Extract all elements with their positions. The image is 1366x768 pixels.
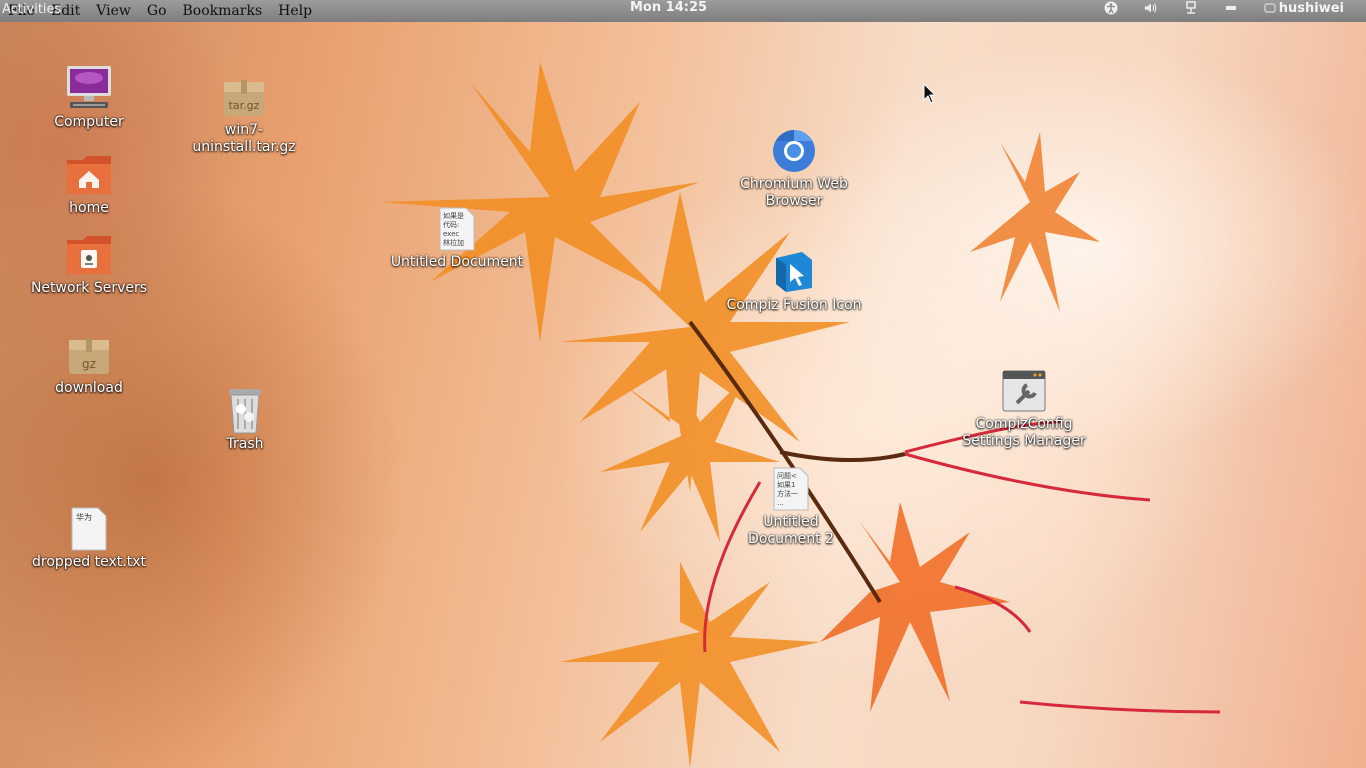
archive-icon: tar.gz — [219, 72, 269, 122]
user-menu[interactable]: hushiwei — [1264, 1, 1344, 16]
chromium-icon — [769, 126, 819, 176]
computer-icon — [64, 64, 114, 114]
user-status-icon — [1264, 3, 1276, 13]
compiz-icon — [769, 247, 819, 297]
desktop-icon-label: Computer — [54, 114, 124, 130]
desktop-icon-win7-uninstall[interactable]: tar.gz win7-uninstall.tar.gz — [174, 72, 314, 156]
text-file-icon: 问题< 如果1 方法一... — [766, 464, 816, 514]
menu-bookmarks[interactable]: Bookmarks — [175, 3, 271, 19]
trash-icon — [220, 386, 270, 436]
volume-icon[interactable] — [1144, 1, 1158, 15]
archive-badge: tar.gz — [229, 99, 260, 112]
network-icon[interactable] — [1184, 1, 1198, 15]
desktop-icon-label: download — [55, 380, 123, 396]
desktop-icon-dropped-text[interactable]: 华为 dropped text.txt — [19, 504, 159, 571]
desktop-icon-label: CompizConfig Settings Manager — [962, 416, 1086, 449]
top-panel: File Edit View Go Bookmarks Help Activit… — [0, 0, 1366, 22]
svg-text:...: ... — [777, 499, 784, 507]
user-name: hushiwei — [1278, 0, 1344, 16]
desktop-icon-label: Untitled Document 2 — [748, 514, 834, 547]
text-file-icon: 如果是 代码: exec 林拉加 — [432, 204, 482, 254]
menu-go[interactable]: Go — [139, 3, 175, 19]
battery-icon[interactable] — [1224, 1, 1238, 15]
desktop-icon-download[interactable]: gz download — [19, 330, 159, 397]
svg-text:方法一: 方法一 — [777, 489, 798, 498]
desktop-icon-label: Trash — [226, 436, 264, 452]
menu-view[interactable]: View — [88, 3, 139, 19]
accessibility-icon[interactable] — [1104, 1, 1118, 15]
desktop-icon-label: Compiz Fusion Icon — [726, 297, 862, 313]
desktop-icon-label: Chromium Web Browser — [740, 176, 848, 209]
desktop-icon-untitled-document[interactable]: 如果是 代码: exec 林拉加 Untitled Document — [387, 204, 527, 271]
settings-icon — [999, 366, 1049, 416]
svg-text:如果1: 如果1 — [777, 480, 795, 489]
activities-button[interactable]: Activities — [2, 0, 61, 22]
desktop-icon-label: home — [69, 200, 109, 216]
desktop-icon-trash[interactable]: Trash — [175, 386, 315, 453]
svg-text:exec: exec — [443, 230, 459, 238]
desktop-icon-untitled-document-2[interactable]: 问题< 如果1 方法一... Untitled Document 2 — [721, 464, 861, 548]
svg-text:代码:: 代码: — [443, 220, 459, 229]
text-file-icon: 华为 — [64, 504, 114, 554]
desktop-icon-compiz-fusion[interactable]: Compiz Fusion Icon — [724, 247, 864, 314]
desktop-icon-chromium[interactable]: Chromium Web Browser — [724, 126, 864, 210]
desktop-icon-compizconfig[interactable]: CompizConfig Settings Manager — [954, 366, 1094, 450]
system-tray: hushiwei — [1104, 0, 1344, 16]
archive-icon: gz — [64, 330, 114, 380]
mouse-cursor-icon — [923, 83, 937, 104]
desktop-icon-label: dropped text.txt — [32, 554, 146, 570]
desktop-icon-label: Network Servers — [30, 280, 148, 296]
desktop-icon-label: win7-uninstall.tar.gz — [192, 122, 296, 155]
home-folder-icon — [64, 150, 114, 200]
svg-text:问题<: 问题< — [777, 472, 797, 480]
desktop-icon-label: Untitled Document — [390, 254, 524, 270]
desktop-icon-home[interactable]: home — [19, 150, 159, 217]
network-folder-icon — [64, 230, 114, 280]
svg-text:林拉加: 林拉加 — [443, 238, 464, 247]
archive-badge: gz — [82, 357, 96, 371]
file-preview-text: 华为 — [76, 512, 92, 522]
menu-help[interactable]: Help — [270, 3, 320, 19]
desktop-icon-computer[interactable]: Computer — [19, 64, 159, 131]
desktop-icon-network-servers[interactable]: Network Servers — [19, 230, 159, 297]
clock[interactable]: Mon 14:25 — [630, 0, 707, 16]
svg-text:如果是: 如果是 — [443, 211, 464, 220]
